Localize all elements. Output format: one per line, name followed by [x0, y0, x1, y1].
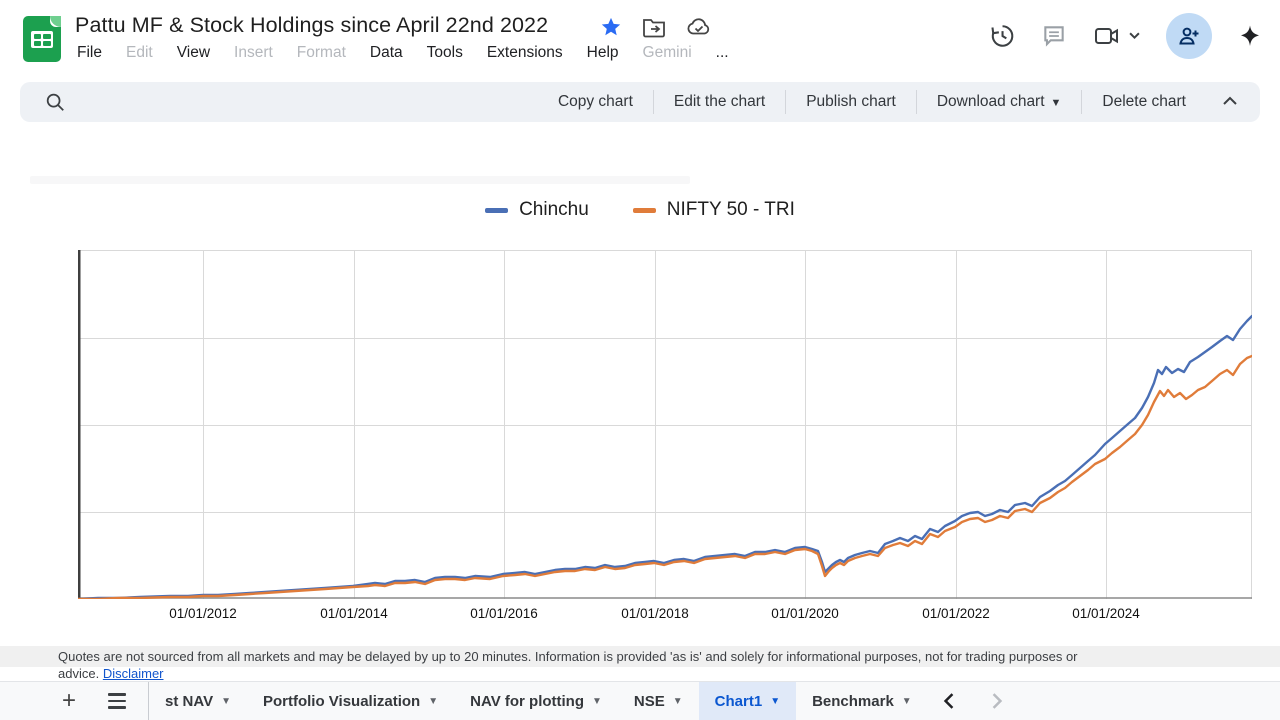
menu-item-insert[interactable]: Insert: [234, 44, 273, 62]
series-line-chinchu: [78, 316, 1252, 599]
tab-menu-caret-icon[interactable]: ▼: [902, 696, 912, 707]
sheet-tab-label: Benchmark: [812, 693, 894, 710]
menu-item-view[interactable]: View: [177, 44, 210, 62]
x-tick-label: 01/01/2022: [922, 606, 990, 621]
all-sheets-menu-icon[interactable]: [108, 693, 126, 709]
video-camera-icon: [1093, 24, 1121, 48]
copy-chart-button[interactable]: Copy chart: [538, 90, 653, 114]
star-icon[interactable]: [600, 16, 622, 38]
disclaimer-line2: advice.: [58, 666, 99, 681]
sheet-tab-label: NAV for plotting: [470, 693, 584, 710]
sheets-logo-icon[interactable]: [23, 16, 61, 62]
delete-chart-label: Delete chart: [1102, 93, 1186, 111]
tab-menu-caret-icon[interactable]: ▼: [428, 696, 438, 707]
disclaimer-text: Quotes are not sourced from all markets …: [58, 648, 1208, 682]
disclaimer-link[interactable]: Disclaimer: [103, 666, 164, 681]
sheet-tab-portfolio-visualization[interactable]: Portfolio Visualization ▼: [247, 682, 454, 720]
x-tick-label: 01/01/2014: [320, 606, 388, 621]
cloud-saved-icon[interactable]: [686, 16, 712, 38]
delete-chart-button[interactable]: Delete chart: [1081, 90, 1206, 114]
sheet-tabs: st NAV▼Portfolio Visualization▼NAV for p…: [148, 682, 928, 720]
add-sheet-button[interactable]: +: [62, 687, 76, 715]
x-tick-label: 01/01/2012: [169, 606, 237, 621]
share-button[interactable]: [1166, 13, 1212, 59]
chart-toolbar: Copy chart Edit the chart Publish chart Dow…: [20, 82, 1260, 122]
x-tick-label: 01/01/2018: [621, 606, 689, 621]
copy-chart-label: Copy chart: [558, 93, 633, 111]
sheet-tab-bar: + st NAV▼Portfolio Visualization▼NAV for…: [0, 681, 1280, 720]
sheet-tab-st-nav[interactable]: st NAV ▼: [148, 682, 247, 720]
legend-item-chinchu: Chinchu: [485, 199, 589, 221]
gemini-sparkle-icon[interactable]: [1238, 24, 1262, 48]
legend-label: Chinchu: [519, 199, 589, 221]
version-history-icon[interactable]: [989, 23, 1015, 49]
move-folder-icon[interactable]: [642, 16, 666, 38]
legend-swatch: [485, 208, 508, 213]
tab-menu-caret-icon[interactable]: ▼: [221, 696, 231, 707]
menu-item-tools[interactable]: Tools: [427, 44, 463, 62]
caret-down-icon: ▼: [1051, 97, 1062, 109]
tab-menu-caret-icon[interactable]: ▼: [770, 696, 780, 707]
sheet-tab-label: st NAV: [165, 693, 213, 710]
edit-the-chart-label: Edit the chart: [674, 93, 765, 111]
sheet-tab-label: NSE: [634, 693, 665, 710]
sheet-tab-label: Chart1: [715, 693, 763, 710]
x-tick-label: 01/01/2020: [771, 606, 839, 621]
scroll-tabs-left-icon[interactable]: [942, 693, 956, 709]
sheet-tab-nav-for-plotting[interactable]: NAV for plotting ▼: [454, 682, 618, 720]
edit-the-chart-button[interactable]: Edit the chart: [653, 90, 785, 114]
menu-item-item[interactable]: ...: [716, 44, 729, 62]
menu-item-file[interactable]: File: [77, 44, 102, 62]
sheet-tab-chart1[interactable]: Chart1 ▼: [699, 682, 796, 720]
chart-legend: Chinchu NIFTY 50 - TRI: [0, 199, 1280, 221]
menu-item-data[interactable]: Data: [370, 44, 403, 62]
sheet-tab-benchmark[interactable]: Benchmark ▼: [796, 682, 928, 720]
chevron-down-icon: [1129, 32, 1140, 40]
legend-item-nifty-50-tri: NIFTY 50 - TRI: [633, 199, 795, 221]
download-chart-label: Download chart: [937, 93, 1045, 111]
faint-background-row: [30, 176, 690, 184]
sheet-tab-label: Portfolio Visualization: [263, 693, 420, 710]
disclaimer-line1: Quotes are not sourced from all markets …: [58, 649, 1078, 664]
menu-bar: File Edit View Insert Format Data Tools Extensi…: [77, 44, 729, 62]
menu-item-help[interactable]: Help: [587, 44, 619, 62]
comment-icon[interactable]: [1041, 23, 1067, 49]
collapse-toolbar-icon[interactable]: [1222, 93, 1238, 111]
sheet-tab-nse[interactable]: NSE ▼: [618, 682, 699, 720]
publish-chart-button[interactable]: Publish chart: [785, 90, 916, 114]
x-axis-labels: 01/01/2012 01/01/2014 01/01/2016 01/01/2018…: [0, 606, 1280, 626]
menu-item-format[interactable]: Format: [297, 44, 346, 62]
publish-chart-label: Publish chart: [806, 93, 896, 111]
menu-item-extensions[interactable]: Extensions: [487, 44, 563, 62]
legend-swatch: [633, 208, 656, 213]
app-header: Pattu MF & Stock Holdings since April 22…: [0, 0, 1280, 80]
x-tick-label: 01/01/2024: [1072, 606, 1140, 621]
tab-menu-caret-icon[interactable]: ▼: [592, 696, 602, 707]
scroll-tabs-right-icon[interactable]: [990, 693, 1004, 709]
legend-label: NIFTY 50 - TRI: [667, 199, 795, 221]
download-chart-button[interactable]: Download chart ▼: [916, 90, 1082, 114]
search-icon[interactable]: [44, 91, 66, 113]
tab-menu-caret-icon[interactable]: ▼: [673, 696, 683, 707]
chart-toolbar-buttons: Copy chart Edit the chart Publish chart Dow…: [538, 82, 1206, 122]
x-tick-label: 01/01/2016: [470, 606, 538, 621]
line-chart-plot[interactable]: [78, 250, 1252, 599]
menu-item-gemini[interactable]: Gemini: [643, 44, 692, 62]
menu-item-edit[interactable]: Edit: [126, 44, 153, 62]
person-add-icon: [1177, 24, 1201, 48]
video-call-button[interactable]: [1093, 24, 1140, 48]
document-title[interactable]: Pattu MF & Stock Holdings since April 22…: [75, 13, 548, 38]
